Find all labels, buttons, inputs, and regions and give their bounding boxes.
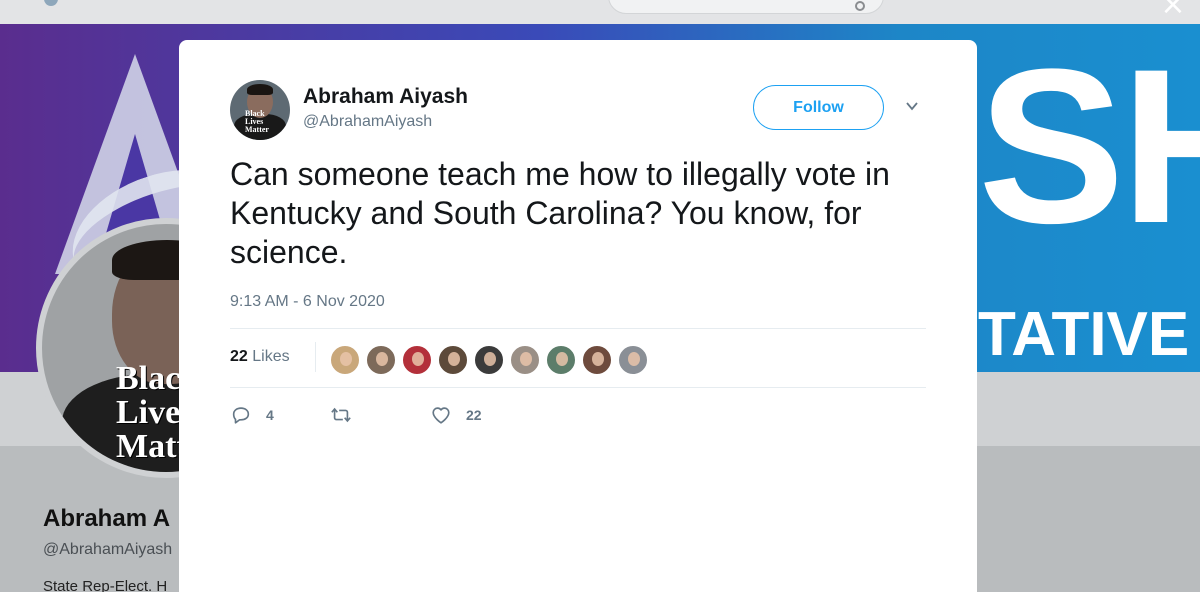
author-name[interactable]: Abraham Aiyash — [303, 84, 468, 110]
retweet-button[interactable] — [330, 403, 366, 427]
heart-icon — [432, 407, 450, 424]
home-icon[interactable] — [44, 0, 58, 6]
tweet-modal: Black Lives Matter Abraham Aiyash @Abrah… — [179, 40, 977, 592]
profile-name: Abraham A — [43, 505, 171, 532]
like-button[interactable]: 22 — [430, 403, 482, 427]
like-count: 22 — [466, 407, 482, 423]
liker-avatars — [329, 344, 649, 376]
liker-avatar[interactable] — [365, 344, 397, 376]
author-avatar[interactable]: Black Lives Matter — [230, 80, 290, 140]
liker-avatar[interactable] — [545, 344, 577, 376]
liker-avatar[interactable] — [509, 344, 541, 376]
liker-avatar[interactable] — [329, 344, 361, 376]
banner-text-large: SH — [978, 24, 1200, 269]
chevron-down-icon[interactable] — [905, 99, 919, 113]
liker-avatar[interactable] — [581, 344, 613, 376]
liker-avatar[interactable] — [437, 344, 469, 376]
profile-bio: State Rep-Elect. H — [43, 578, 168, 592]
divider — [230, 387, 926, 388]
reply-button[interactable]: 4 — [230, 403, 274, 427]
follow-button[interactable]: Follow — [753, 85, 884, 130]
search-icon[interactable] — [855, 1, 865, 11]
avatar-blm-text: Black Lives Matter — [245, 109, 269, 134]
search-input[interactable] — [608, 0, 884, 14]
tweet-text: Can someone teach me how to illegally vo… — [230, 156, 890, 270]
author-handle[interactable]: @AbrahamAiyash — [303, 112, 432, 132]
reply-count: 4 — [266, 407, 274, 423]
tweet-timestamp[interactable]: 9:13 AM - 6 Nov 2020 — [230, 292, 385, 312]
likes-count: 22 — [230, 348, 248, 365]
profile-handle: @AbrahamAiyash — [43, 541, 173, 558]
likes-summary[interactable]: 22 Likes — [230, 347, 290, 367]
reply-icon — [232, 407, 250, 424]
banner-text-small: TATIVE — [978, 300, 1190, 369]
top-navigation-bar — [0, 0, 1200, 24]
likes-label: Likes — [252, 348, 290, 365]
liker-avatar[interactable] — [401, 344, 433, 376]
divider — [230, 328, 926, 329]
close-icon[interactable]: × — [1158, 0, 1188, 20]
retweet-icon — [331, 407, 351, 423]
liker-avatar[interactable] — [617, 344, 649, 376]
liker-avatar[interactable] — [473, 344, 505, 376]
